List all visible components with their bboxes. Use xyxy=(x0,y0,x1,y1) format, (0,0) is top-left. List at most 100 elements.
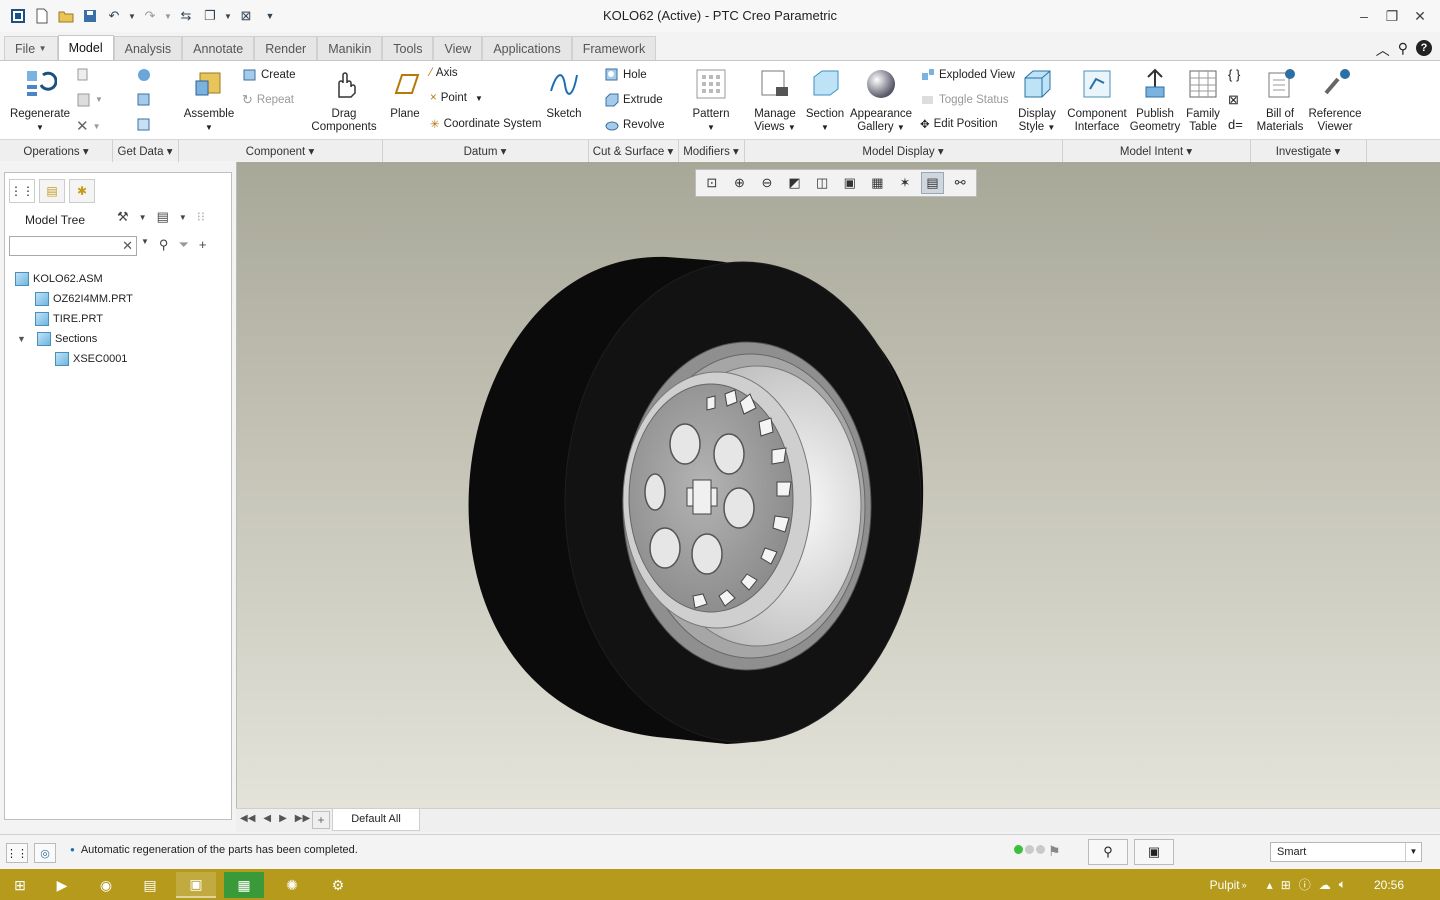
switch-dimensions-icon[interactable]: d= xyxy=(1228,117,1243,132)
group-get-data[interactable]: Get Data ▾ xyxy=(112,144,178,158)
group-operations[interactable]: Operations ▾ xyxy=(0,144,112,158)
flag-icon[interactable]: ⚑ xyxy=(1048,843,1061,860)
toolbar-expand-icon[interactable]: » xyxy=(1242,880,1247,890)
search-dropdown-icon[interactable]: ▼ xyxy=(141,237,149,253)
clock[interactable]: 20:56 xyxy=(1374,878,1404,892)
tab-model[interactable]: Model xyxy=(57,35,114,60)
add-icon[interactable]: + xyxy=(199,237,207,253)
group-modifiers[interactable]: Modifiers ▾ xyxy=(678,144,744,158)
paint-app-icon[interactable]: ✺ xyxy=(272,872,312,898)
selection-filter-select[interactable]: Smart ▼ xyxy=(1270,842,1422,862)
group-model-display[interactable]: Model Display ▾ xyxy=(744,144,1062,158)
add-tab-button[interactable]: + xyxy=(312,811,330,829)
exploded-view-button[interactable]: Exploded View xyxy=(920,67,1015,82)
tree-item-section[interactable]: XSEC0001 xyxy=(15,349,133,369)
tab-tools[interactable]: Tools xyxy=(382,36,434,60)
tree-settings-icon[interactable]: ⚒ xyxy=(117,209,129,225)
chrome-icon[interactable]: ◉ xyxy=(86,872,126,898)
tree-search-input[interactable]: ✕ xyxy=(9,236,137,256)
group-cut-surface[interactable]: Cut & Surface ▾ xyxy=(588,144,678,158)
point-button[interactable]: × Point ▼ xyxy=(430,92,483,104)
tab-annotate[interactable]: Annotate xyxy=(182,36,255,60)
next-tab-icon[interactable]: ▶ xyxy=(279,813,287,824)
clear-search-icon[interactable]: ✕ xyxy=(122,238,133,254)
restore-icon[interactable]: ❐ xyxy=(1378,4,1406,28)
find-binoculars-icon[interactable]: ⚲ xyxy=(159,237,169,253)
plane-button[interactable]: Plane xyxy=(386,63,424,121)
favorites-tab-icon[interactable]: ✱ xyxy=(69,179,95,203)
tab-manikin[interactable]: Manikin xyxy=(317,36,383,60)
info-icon[interactable]: ⓘ xyxy=(1299,876,1311,893)
prev-tab-icon[interactable]: ◀ xyxy=(263,813,271,824)
group-investigate[interactable]: Investigate ▾ xyxy=(1250,144,1366,158)
group-datum[interactable]: Datum ▾ xyxy=(382,144,588,158)
selection-buffer-button[interactable]: ▣ xyxy=(1134,839,1174,865)
relations-icon[interactable]: { } xyxy=(1228,67,1240,82)
start-icon[interactable]: ⊞ xyxy=(0,872,40,898)
hole-button[interactable]: Hole xyxy=(604,67,647,82)
axis-button[interactable]: ⁄ Axis xyxy=(430,67,458,79)
tree-show-icon[interactable]: ▤ xyxy=(157,209,169,225)
tab-analysis[interactable]: Analysis xyxy=(113,36,183,60)
tab-file[interactable]: File ▼ xyxy=(4,36,58,60)
creo-taskbar-icon[interactable]: ▣ xyxy=(176,872,216,898)
tab-framework[interactable]: Framework xyxy=(571,36,657,60)
tab-applications[interactable]: Applications xyxy=(482,36,572,60)
tab-default-all[interactable]: Default All xyxy=(332,809,420,831)
display-style-button[interactable]: Display Style ▼ xyxy=(1014,63,1060,134)
regeneration-status-icon[interactable] xyxy=(1014,845,1045,854)
copy-icon[interactable] xyxy=(76,67,91,82)
regenerate-button[interactable]: Regenerate ▼ xyxy=(8,63,72,134)
assemble-button[interactable]: Assemble ▼ xyxy=(182,63,236,134)
family-table-button[interactable]: Family Table xyxy=(1182,63,1224,134)
filter-icon[interactable]: ⏷ xyxy=(178,237,188,253)
tree-item-assembly[interactable]: KOLO62.ASM xyxy=(15,269,133,289)
paste-icon[interactable]: ▼ xyxy=(76,92,103,107)
last-tab-icon[interactable]: ▶▶ xyxy=(295,813,310,824)
tab-view[interactable]: View xyxy=(433,36,483,60)
appearance-gallery-button[interactable]: Appearance Gallery ▼ xyxy=(850,63,912,134)
expand-toggle-icon[interactable]: ▼ xyxy=(17,334,27,344)
shrinkwrap-icon[interactable] xyxy=(136,117,151,132)
bill-of-materials-button[interactable]: Bill of Materials xyxy=(1256,63,1304,134)
create-button[interactable]: Create xyxy=(242,67,296,82)
coordinate-system-button[interactable]: ✳ Coordinate System xyxy=(430,117,541,131)
desktop-toolbar-label[interactable]: Pulpit xyxy=(1210,878,1240,892)
toggle-status-button[interactable]: Toggle Status xyxy=(920,92,1009,107)
network-app-icon[interactable]: ⚙ xyxy=(318,872,358,898)
group-model-intent[interactable]: Model Intent ▾ xyxy=(1062,144,1250,158)
find-button[interactable]: ⚲ xyxy=(1088,839,1128,865)
file-explorer-icon[interactable]: ▤ xyxy=(130,872,170,898)
calendar-app-icon[interactable]: ▦ xyxy=(224,872,264,898)
media-player-icon[interactable]: ▶ xyxy=(42,872,82,898)
group-component[interactable]: Component ▾ xyxy=(178,144,382,158)
close-icon[interactable]: ✕ xyxy=(1406,4,1434,28)
chevron-down-icon[interactable]: ▼ xyxy=(1405,843,1421,861)
graphics-window[interactable]: ⊡ ⊕ ⊖ ◩ ◫ ▣ ▦ ✶ ▤ ⚯ xyxy=(236,162,1440,808)
copy-geometry-icon[interactable] xyxy=(136,92,151,107)
toggle-navigator-icon[interactable]: ⋮⋮ xyxy=(6,843,28,863)
model-tree-tab-icon[interactable]: ⋮⋮ xyxy=(9,179,35,203)
component-interface-button[interactable]: Component Interface xyxy=(1066,63,1128,134)
help-icon[interactable]: ? xyxy=(1416,40,1432,56)
toggle-browser-icon[interactable]: ◎ xyxy=(34,843,56,863)
tree-columns-icon[interactable]: ⁝⁝ xyxy=(197,209,205,225)
minimize-ribbon-icon[interactable]: ︿ xyxy=(1376,40,1390,60)
pattern-button[interactable]: Pattern ▼ xyxy=(688,63,734,134)
tray-expand-icon[interactable]: ▴ xyxy=(1267,878,1273,892)
folder-browser-tab-icon[interactable]: ▤ xyxy=(39,179,65,203)
parameters-icon[interactable]: ⊠ xyxy=(1228,92,1239,108)
reference-viewer-button[interactable]: Reference Viewer xyxy=(1306,63,1364,134)
publish-geometry-button[interactable]: Publish Geometry xyxy=(1128,63,1182,134)
drag-components-button[interactable]: Drag Components xyxy=(308,63,380,134)
section-button[interactable]: Section ▼ xyxy=(804,63,846,134)
tree-item-part[interactable]: TIRE.PRT xyxy=(15,309,133,329)
tree-item-part[interactable]: OZ62I4MM.PRT xyxy=(15,289,133,309)
volume-icon[interactable]: 🔈︎ xyxy=(1339,877,1346,892)
sketch-button[interactable]: Sketch xyxy=(544,63,584,121)
windows-flag-icon[interactable]: ⊞ xyxy=(1281,878,1291,892)
network-tray-icon[interactable]: ☁ xyxy=(1319,878,1331,892)
manage-views-button[interactable]: Manage Views ▼ xyxy=(750,63,800,134)
user-defined-feature-icon[interactable] xyxy=(136,67,151,82)
edit-position-button[interactable]: ✥ Edit Position xyxy=(920,117,998,131)
